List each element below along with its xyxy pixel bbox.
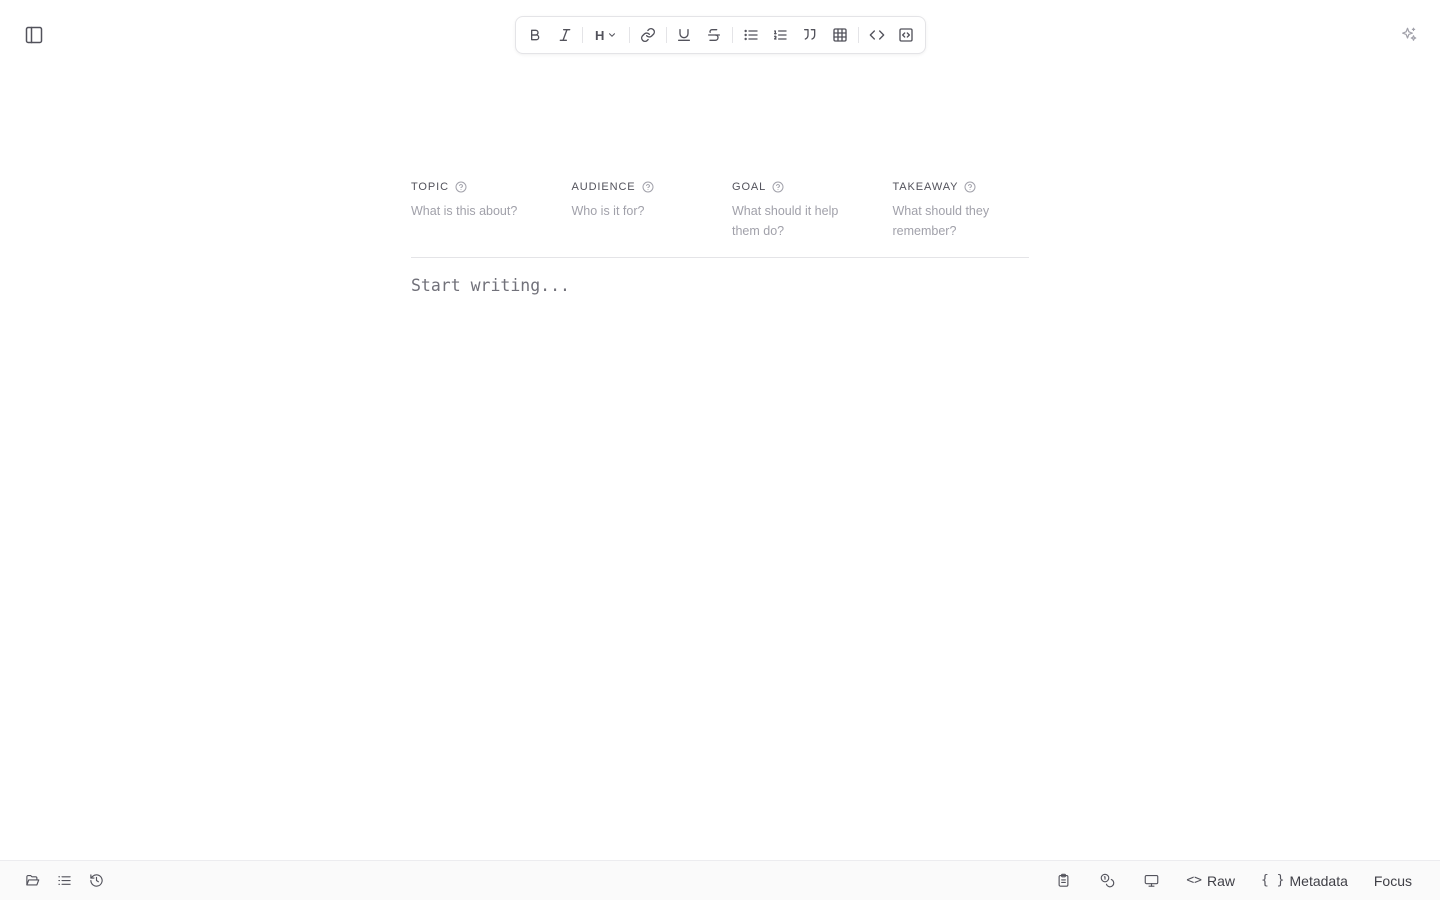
bold-button[interactable] [520,20,550,50]
brief-label-takeaway: TAKEAWAY [893,180,1030,194]
toolbar-divider [857,27,859,43]
formatting-toolbar: H [515,16,926,54]
brief-label-goal: GOAL [732,180,893,194]
monitor-icon [1144,873,1159,888]
takeaway-input[interactable]: What should they remember? [893,201,1030,241]
strikethrough-icon [706,27,722,43]
help-circle-icon[interactable] [964,181,976,193]
metadata-label: Metadata [1289,872,1348,889]
focus-button[interactable]: Focus [1366,873,1420,889]
bullet-list-icon [743,27,759,43]
coins-icon [1100,873,1115,888]
numbered-list-icon [772,27,788,43]
link-button[interactable] [633,20,663,50]
open-file-button[interactable] [20,869,44,893]
bottom-bar: <> Raw { } Metadata Focus [0,860,1440,900]
numbered-list-button[interactable] [766,20,796,50]
metadata-button[interactable]: { } Metadata [1253,873,1356,889]
goal-label: GOAL [732,181,767,193]
brief-field-goal: GOAL What should it help them do? [732,180,893,241]
italic-button[interactable] [550,20,580,50]
bottom-bar-left [20,869,108,893]
audience-label: AUDIENCE [571,181,636,193]
toolbar-divider [665,27,667,43]
folder-open-icon [25,873,40,888]
sidebar-toggle-button[interactable] [22,23,46,47]
table-icon [832,27,848,43]
focus-label: Focus [1373,872,1412,889]
brief-field-topic: TOPIC What is this about? [411,180,572,241]
toolbar-divider [731,27,733,43]
history-button[interactable] [84,869,108,893]
takeaway-label: TAKEAWAY [892,181,959,193]
history-icon [89,873,104,888]
code-icon: <> [1186,873,1202,888]
tokens-button[interactable] [1090,869,1124,893]
topic-label: TOPIC [411,181,449,193]
inline-code-button[interactable] [862,20,892,50]
heading-dropdown[interactable]: H [586,20,626,50]
topic-input[interactable]: What is this about? [411,201,572,221]
table-button[interactable] [825,20,855,50]
code-icon [869,27,885,43]
code-block-icon [898,27,914,43]
underline-button[interactable] [670,20,700,50]
editor-textarea[interactable]: Start writing... [411,276,1029,295]
ai-assist-button[interactable] [1398,24,1420,46]
toolbar-divider [582,27,584,43]
underline-icon [676,27,692,43]
brief-label-audience: AUDIENCE [572,180,733,194]
outline-button[interactable] [52,869,76,893]
brief-field-takeaway: TAKEAWAY What should they remember? [893,180,1030,241]
strikethrough-button[interactable] [699,20,729,50]
preview-button[interactable] [1134,869,1168,893]
code-block-button[interactable] [891,20,921,50]
clipboard-button[interactable] [1046,869,1080,893]
brief-fields: TOPIC What is this about? AUDIENCE Who i… [411,180,1029,258]
chevron-down-icon [607,30,617,40]
goal-input[interactable]: What should it help them do? [732,201,893,241]
clipboard-icon [1056,873,1071,888]
list-icon [57,873,72,888]
sparkles-icon [1400,26,1418,44]
help-circle-icon[interactable] [455,181,467,193]
quote-button[interactable] [795,20,825,50]
help-circle-icon[interactable] [642,181,654,193]
quote-icon [802,27,818,43]
heading-label: H [594,27,605,43]
braces-icon: { } [1261,873,1285,888]
raw-label: Raw [1207,872,1236,889]
raw-button[interactable]: <> Raw [1178,873,1243,889]
bold-icon [527,27,543,43]
help-circle-icon[interactable] [772,181,784,193]
toolbar-divider [628,27,630,43]
brief-label-topic: TOPIC [411,180,572,194]
brief-field-audience: AUDIENCE Who is it for? [572,180,733,241]
audience-input[interactable]: Who is it for? [572,201,733,221]
bullet-list-button[interactable] [736,20,766,50]
link-icon [640,27,656,43]
panel-left-icon [24,25,44,45]
italic-icon [557,27,573,43]
bottom-bar-right: <> Raw { } Metadata Focus [1046,869,1420,893]
